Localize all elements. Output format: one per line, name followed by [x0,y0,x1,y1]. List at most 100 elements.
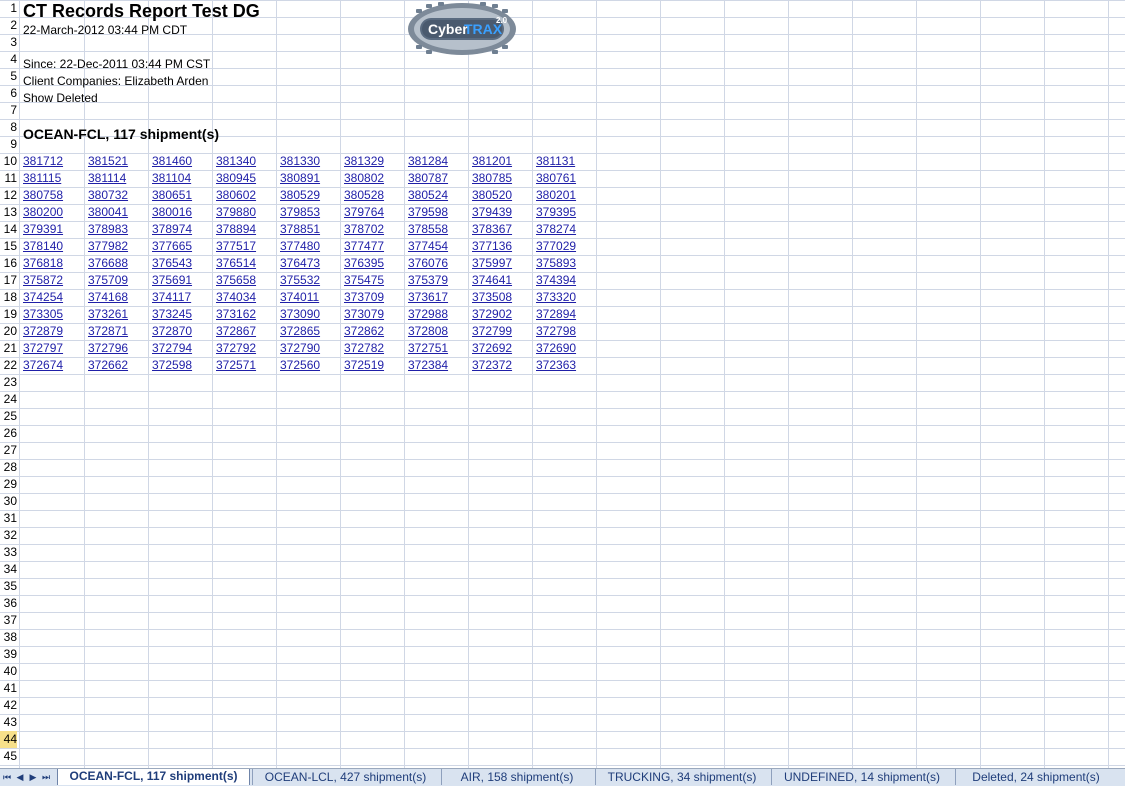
shipment-link[interactable]: 381521 [85,153,128,170]
tab-air[interactable]: AIR, 158 shipment(s) [441,769,592,785]
row-header-5[interactable]: 5 [0,68,17,85]
shipment-link[interactable]: 372363 [533,357,576,374]
shipment-link[interactable]: 381330 [277,153,320,170]
shipment-link[interactable]: 377454 [405,238,448,255]
row-header-19[interactable]: 19 [0,306,17,323]
tab-ocean-fcl[interactable]: OCEAN-FCL, 117 shipment(s) [57,769,250,785]
shipment-link[interactable]: 381115 [20,170,61,187]
tab-undefined[interactable]: UNDEFINED, 14 shipment(s) [771,769,952,785]
shipment-link[interactable]: 372790 [277,340,320,357]
shipment-link[interactable]: 372384 [405,357,448,374]
shipment-link[interactable]: 380758 [20,187,63,204]
shipment-link[interactable]: 380761 [533,170,576,187]
shipment-link[interactable]: 377480 [277,238,320,255]
shipment-link[interactable]: 377982 [85,238,128,255]
shipment-link[interactable]: 379853 [277,204,320,221]
shipment-link[interactable]: 372372 [469,357,512,374]
row-header-38[interactable]: 38 [0,629,17,646]
row-header-26[interactable]: 26 [0,425,17,442]
shipment-link[interactable]: 373305 [20,306,63,323]
shipment-link[interactable]: 380602 [213,187,256,204]
shipment-link[interactable]: 372560 [277,357,320,374]
shipment-link[interactable]: 372796 [85,340,128,357]
shipment-link[interactable]: 377029 [533,238,576,255]
shipment-link[interactable]: 374117 [149,289,191,306]
row-header-8[interactable]: 8 [0,119,17,136]
shipment-link[interactable]: 381131 [533,153,575,170]
row-header-34[interactable]: 34 [0,561,17,578]
shipment-link[interactable]: 373261 [85,306,128,323]
row-header-23[interactable]: 23 [0,374,17,391]
tab-ocean-lcl[interactable]: OCEAN-LCL, 427 shipment(s) [252,769,438,785]
tab-trucking[interactable]: TRUCKING, 34 shipment(s) [595,769,768,785]
row-header-32[interactable]: 32 [0,527,17,544]
shipment-link[interactable]: 372751 [405,340,448,357]
row-header-22[interactable]: 22 [0,357,17,374]
shipment-link[interactable]: 380891 [277,170,320,187]
shipment-link[interactable]: 380520 [469,187,512,204]
spreadsheet-grid[interactable]: 1 2 3 4 5 6 7 8 9 10 11 12 13 14 15 16 17 18 19 20 21 22 23 24 2… [0,0,1125,768]
shipment-link[interactable]: 372799 [469,323,512,340]
row-header-25[interactable]: 25 [0,408,17,425]
shipment-link[interactable]: 374168 [85,289,128,306]
shipment-link[interactable]: 380732 [85,187,128,204]
shipment-link[interactable]: 372519 [341,357,384,374]
shipment-link[interactable]: 380528 [341,187,384,204]
shipment-link[interactable]: 378851 [277,221,320,238]
row-header-27[interactable]: 27 [0,442,17,459]
shipment-link[interactable]: 373090 [277,306,320,323]
shipment-link[interactable]: 377665 [149,238,192,255]
shipment-link[interactable]: 378140 [20,238,63,255]
shipment-link[interactable]: 378974 [149,221,192,238]
shipment-link[interactable]: 372792 [213,340,256,357]
row-header-35[interactable]: 35 [0,578,17,595]
shipment-link[interactable]: 376514 [213,255,256,272]
shipment-link[interactable]: 376818 [20,255,63,272]
shipment-link[interactable]: 381460 [149,153,192,170]
row-header-33[interactable]: 33 [0,544,17,561]
shipment-link[interactable]: 377477 [341,238,384,255]
row-header-18[interactable]: 18 [0,289,17,306]
row-header-15[interactable]: 15 [0,238,17,255]
shipment-link[interactable]: 372870 [149,323,192,340]
shipment-link[interactable]: 381114 [85,170,126,187]
shipment-link[interactable]: 379598 [405,204,448,221]
row-header-11[interactable]: 11 [0,170,17,187]
next-sheet-icon[interactable]: ▶ [27,770,39,784]
shipment-link[interactable]: 372902 [469,306,512,323]
row-header-36[interactable]: 36 [0,595,17,612]
shipment-link[interactable]: 373709 [341,289,384,306]
row-header-17[interactable]: 17 [0,272,17,289]
shipment-link[interactable]: 374011 [277,289,319,306]
shipment-link[interactable]: 381340 [213,153,256,170]
shipment-link[interactable]: 373508 [469,289,512,306]
shipment-link[interactable]: 373617 [405,289,448,306]
shipment-link[interactable]: 380529 [277,187,320,204]
shipment-link[interactable]: 380785 [469,170,512,187]
shipment-link[interactable]: 381284 [405,153,448,170]
shipment-link[interactable]: 378274 [533,221,576,238]
shipment-link[interactable]: 372988 [405,306,448,323]
shipment-link[interactable]: 375379 [405,272,448,289]
row-header-14[interactable]: 14 [0,221,17,238]
shipment-link[interactable]: 373079 [341,306,384,323]
shipment-link[interactable]: 380524 [405,187,448,204]
prev-sheet-icon[interactable]: ◀ [14,770,26,784]
shipment-link[interactable]: 374394 [533,272,576,289]
shipment-link[interactable]: 380787 [405,170,448,187]
shipment-link[interactable]: 375475 [341,272,384,289]
row-header-24[interactable]: 24 [0,391,17,408]
row-header-42[interactable]: 42 [0,697,17,714]
row-header-41[interactable]: 41 [0,680,17,697]
shipment-link[interactable]: 375658 [213,272,256,289]
shipment-link[interactable]: 372879 [20,323,63,340]
shipment-link[interactable]: 372794 [149,340,192,357]
shipment-link[interactable]: 380945 [213,170,256,187]
row-header-6[interactable]: 6 [0,85,17,102]
shipment-link[interactable]: 376473 [277,255,320,272]
shipment-link[interactable]: 375532 [277,272,320,289]
shipment-link[interactable]: 380802 [341,170,384,187]
shipment-link[interactable]: 380041 [85,204,128,221]
row-header-29[interactable]: 29 [0,476,17,493]
shipment-link[interactable]: 372862 [341,323,384,340]
